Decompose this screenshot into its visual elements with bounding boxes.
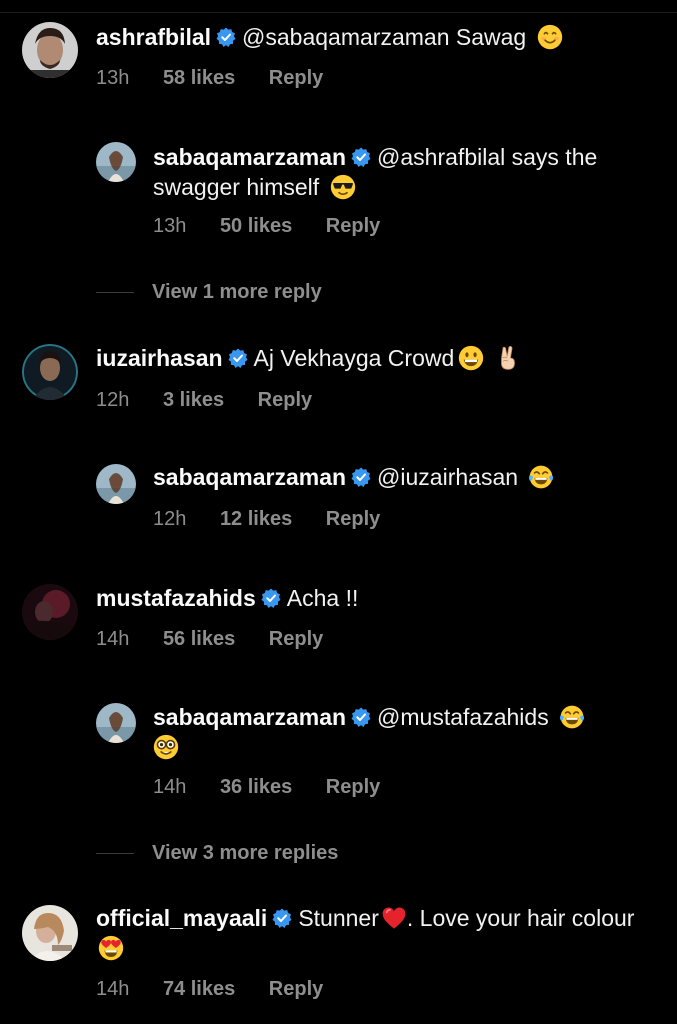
- tears-of-joy-icon: [528, 464, 554, 490]
- comment-username[interactable]: sabaqamarzaman: [153, 464, 346, 490]
- comment-text: Stunner: [298, 905, 379, 931]
- nerd-face-icon: [153, 734, 179, 760]
- avatar[interactable]: [22, 584, 78, 640]
- comment-body: official_mayaali Stunner . Love your hair …: [96, 903, 656, 963]
- divider-line: [96, 853, 134, 855]
- view-more-label[interactable]: View 1 more reply: [152, 281, 322, 303]
- comment-time: 14h: [96, 628, 130, 650]
- verified-badge-icon: [228, 348, 248, 368]
- comment-meta: 12h 3 likes Reply: [96, 388, 312, 412]
- comment-likes[interactable]: 56 likes: [163, 627, 235, 651]
- avatar[interactable]: [22, 22, 78, 78]
- comment-meta: 14h 74 likes Reply: [96, 977, 323, 1001]
- red-heart-icon: [381, 905, 407, 931]
- comment-time: 14h: [96, 978, 130, 1000]
- top-divider: [0, 12, 677, 13]
- comment-username[interactable]: ashrafbilal: [96, 24, 211, 50]
- comment-meta: 13h 50 likes Reply: [153, 214, 380, 238]
- reply-button[interactable]: Reply: [326, 214, 380, 238]
- view-more-label[interactable]: View 3 more replies: [152, 842, 338, 864]
- comment-body: ashrafbilal @sabaqamarzaman Sawag: [96, 22, 656, 52]
- comment-likes[interactable]: 12 likes: [220, 507, 292, 531]
- comment-body: sabaqamarzaman @iuzairhasan: [153, 462, 623, 492]
- grinning-face-icon: [458, 345, 484, 371]
- comment-likes[interactable]: 58 likes: [163, 66, 235, 90]
- comment-text: @sabaqamarzaman Sawag: [242, 24, 527, 50]
- divider-line: [96, 292, 134, 294]
- comment-username[interactable]: sabaqamarzaman: [153, 704, 346, 730]
- reply-button[interactable]: Reply: [269, 977, 323, 1001]
- comment-text: Acha !!: [286, 585, 359, 611]
- comment-time: 14h: [153, 776, 187, 798]
- comment-meta: 14h 56 likes Reply: [96, 627, 323, 651]
- comment-likes[interactable]: 74 likes: [163, 977, 235, 1001]
- comment-body: iuzairhasan Aj Vekhayga Crowd: [96, 343, 656, 373]
- avatar[interactable]: [22, 905, 78, 961]
- tears-of-joy-icon: [559, 704, 585, 730]
- avatar[interactable]: [96, 703, 136, 743]
- comment-text: Aj Vekhayga Crowd: [253, 345, 455, 371]
- avatar[interactable]: [96, 142, 136, 182]
- comment-body: mustafazahids Acha !!: [96, 583, 656, 613]
- comment-time: 12h: [96, 389, 130, 411]
- view-more-replies[interactable]: View 3 more replies: [96, 841, 338, 865]
- comment-meta: 13h 58 likes Reply: [96, 66, 323, 90]
- reply-button[interactable]: Reply: [326, 507, 380, 531]
- view-more-replies[interactable]: View 1 more reply: [96, 280, 322, 304]
- reply-button[interactable]: Reply: [258, 388, 312, 412]
- sunglasses-face-icon: [330, 174, 356, 200]
- comment-text: @iuzairhasan: [377, 464, 519, 490]
- verified-badge-icon: [351, 707, 371, 727]
- verified-badge-icon: [216, 27, 236, 47]
- verified-badge-icon: [272, 908, 292, 928]
- comment-time: 13h: [153, 215, 187, 237]
- reply-button[interactable]: Reply: [269, 66, 323, 90]
- comment-username[interactable]: mustafazahids: [96, 585, 256, 611]
- reply-button[interactable]: Reply: [326, 775, 380, 799]
- comment-username[interactable]: iuzairhasan: [96, 345, 223, 371]
- comment-likes[interactable]: 36 likes: [220, 775, 292, 799]
- comment-time: 12h: [153, 508, 187, 530]
- verified-badge-icon: [351, 147, 371, 167]
- comment-time: 13h: [96, 67, 130, 89]
- avatar[interactable]: [22, 344, 78, 400]
- comment-username[interactable]: official_mayaali: [96, 905, 267, 931]
- avatar[interactable]: [96, 464, 136, 504]
- smiling-face-icon: [537, 24, 563, 50]
- verified-badge-icon: [351, 467, 371, 487]
- comment-body: sabaqamarzaman @mustafazahids: [153, 702, 643, 762]
- verified-badge-icon: [261, 588, 281, 608]
- comment-text: @mustafazahids: [377, 704, 549, 730]
- comment-text: . Love your hair colour: [406, 905, 635, 931]
- comment-meta: 12h 12 likes Reply: [153, 507, 380, 531]
- victory-hand-icon: [495, 345, 521, 371]
- comment-likes[interactable]: 50 likes: [220, 214, 292, 238]
- comment-username[interactable]: sabaqamarzaman: [153, 144, 346, 170]
- reply-button[interactable]: Reply: [269, 627, 323, 651]
- comment-meta: 14h 36 likes Reply: [153, 775, 380, 799]
- comment-body: sabaqamarzaman @ashrafbilal says the swag…: [153, 142, 623, 202]
- heart-eyes-face-icon: [98, 935, 124, 961]
- comment-likes[interactable]: 3 likes: [163, 388, 224, 412]
